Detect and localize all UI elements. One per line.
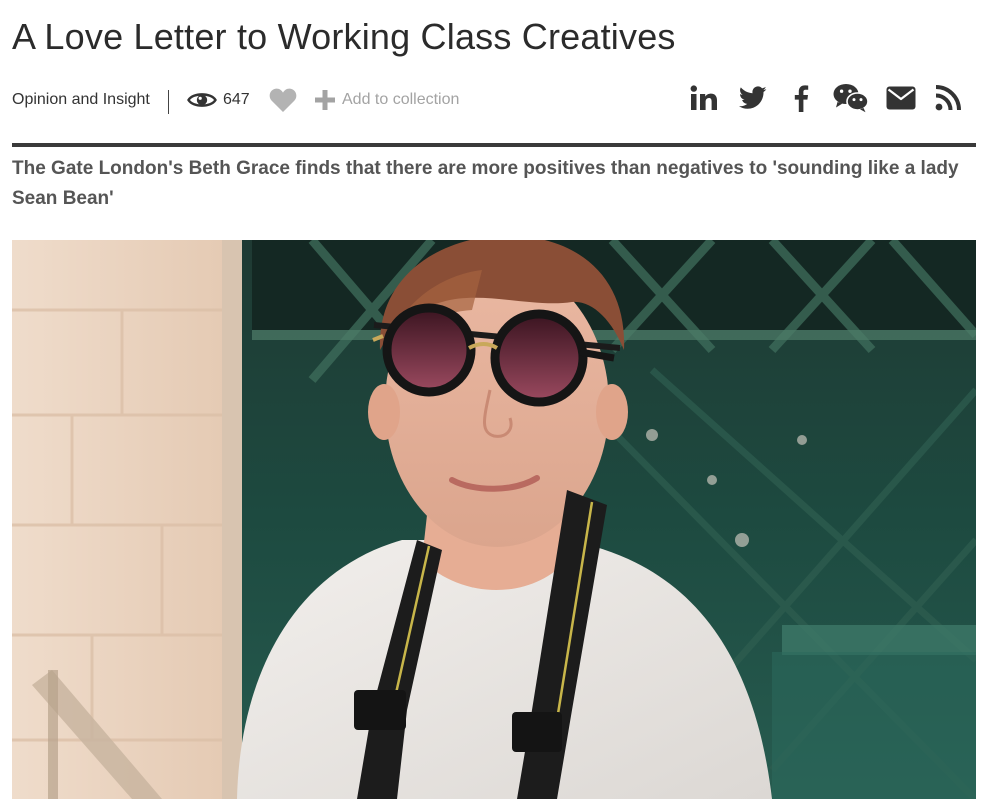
share-facebook-button[interactable] [790,82,812,114]
add-to-collection-button[interactable]: Add to collection [314,86,459,114]
title-rule [12,143,976,147]
meta-divider [168,90,169,114]
article-title: A Love Letter to Working Class Creatives [12,16,676,57]
share-linkedin-button[interactable] [688,82,720,114]
hero-photo [12,240,976,799]
share-twitter-button[interactable] [738,82,768,114]
email-icon [886,86,916,110]
eye-icon [187,93,217,107]
plus-icon [315,90,335,110]
view-counter: 647 [187,86,250,114]
share-wechat-button[interactable] [832,82,870,114]
share-email-button[interactable] [885,82,917,114]
article-page: A Love Letter to Working Class Creatives… [0,0,987,799]
wechat-icon [833,84,869,113]
article-meta-bar: Opinion and Insight 647 Add to collectio… [12,80,976,120]
heart-icon [269,88,297,112]
article-standfirst: The Gate London's Beth Grace finds that … [12,158,959,209]
hero-image [12,240,976,799]
rss-icon [935,85,961,111]
add-to-collection-label: Add to collection [342,91,460,108]
like-button[interactable] [269,87,297,118]
category-link[interactable]: Opinion and Insight [12,91,150,109]
view-count: 647 [223,91,250,108]
linkedin-icon [690,85,717,110]
rss-feed-button[interactable] [934,82,962,114]
facebook-icon [794,85,809,112]
twitter-icon [739,86,767,109]
